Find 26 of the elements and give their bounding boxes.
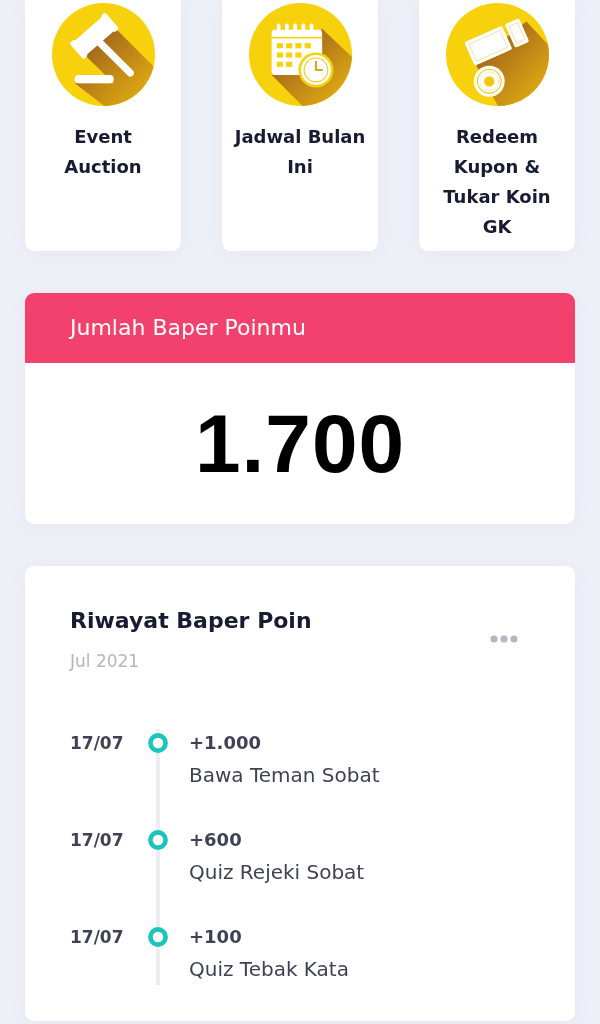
shortcut-label: Jadwal Bulan Ini <box>232 125 367 179</box>
entry-amount: +1.000 <box>189 731 262 755</box>
entry-date: 17/07 <box>70 732 125 755</box>
timeline-dot-icon <box>148 830 168 850</box>
shortcut-card[interactable]: Redeem Kupon & Tukar Koin GK <box>419 0 575 251</box>
entry-description: Bawa Teman Sobat <box>189 762 380 789</box>
gavel-icon <box>51 3 155 106</box>
calendar-clock-icon <box>248 3 352 106</box>
shortcut-card[interactable]: Jadwal Bulan Ini <box>222 0 378 251</box>
entry-description: Quiz Rejeki Sobat <box>189 859 365 886</box>
history-period: Jul 2021 <box>70 650 140 673</box>
entry-amount: +600 <box>189 828 242 852</box>
entry-date: 17/07 <box>70 926 125 949</box>
tickets-coin-icon <box>445 3 549 106</box>
shortcut-label: Event Auction <box>63 125 143 179</box>
entry-date: 17/07 <box>70 829 125 852</box>
entry-amount: +100 <box>189 925 242 949</box>
points-value: 1.700 <box>194 402 406 485</box>
points-title: Jumlah Baper Poinmu <box>70 314 306 342</box>
timeline-dot-icon <box>148 733 168 753</box>
timeline-dot-icon <box>148 927 168 947</box>
more-icon[interactable] <box>490 635 518 643</box>
entry-description: Quiz Tebak Kata <box>189 956 349 983</box>
history-title: Riwayat Baper Poin <box>70 607 312 635</box>
shortcut-card[interactable]: Event Auction <box>25 0 181 251</box>
shortcut-label: Redeem Kupon & Tukar Koin GK <box>442 125 552 239</box>
